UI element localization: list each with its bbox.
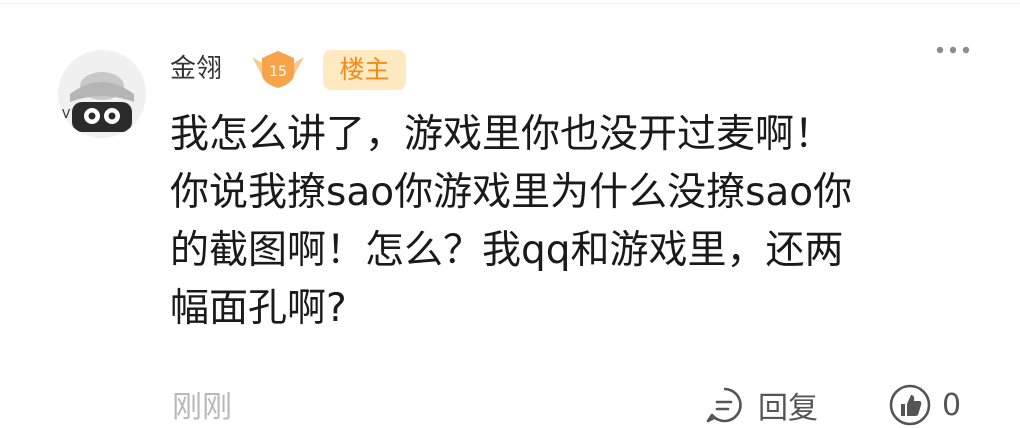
level-badge-icon: 15 xyxy=(248,47,308,91)
more-icon[interactable] xyxy=(935,42,971,58)
comment-text: 我怎么讲了，游戏里你也没开过麦啊！ 你说我撩sao你游戏里为什么没撩sao你 的… xyxy=(170,106,990,338)
reply-button[interactable]: 回复 xyxy=(704,382,818,428)
comment-line: 的截图啊！怎么？我qq和游戏里，还两 xyxy=(170,228,844,273)
avatar-image: V xyxy=(58,50,146,138)
comment-line: 我怎么讲了，游戏里你也没开过麦啊！ xyxy=(170,112,834,157)
level-number: 15 xyxy=(269,64,287,80)
reply-icon xyxy=(706,387,742,423)
thumbs-up-icon xyxy=(889,384,931,426)
top-divider xyxy=(0,3,1020,4)
svg-text:V: V xyxy=(62,107,71,121)
timestamp: 刚刚 xyxy=(172,390,232,425)
username[interactable]: 金翎 xyxy=(170,48,222,90)
avatar[interactable]: V xyxy=(58,50,146,138)
comment-line: 你说我撩sao你游戏里为什么没撩sao你 xyxy=(170,170,853,215)
like-count: 0 xyxy=(942,387,962,423)
like-button[interactable]: 0 xyxy=(888,382,961,428)
reply-label: 回复 xyxy=(758,391,818,426)
comment-line: 幅面孔啊? xyxy=(170,286,347,331)
op-badge: 楼主 xyxy=(323,50,406,90)
